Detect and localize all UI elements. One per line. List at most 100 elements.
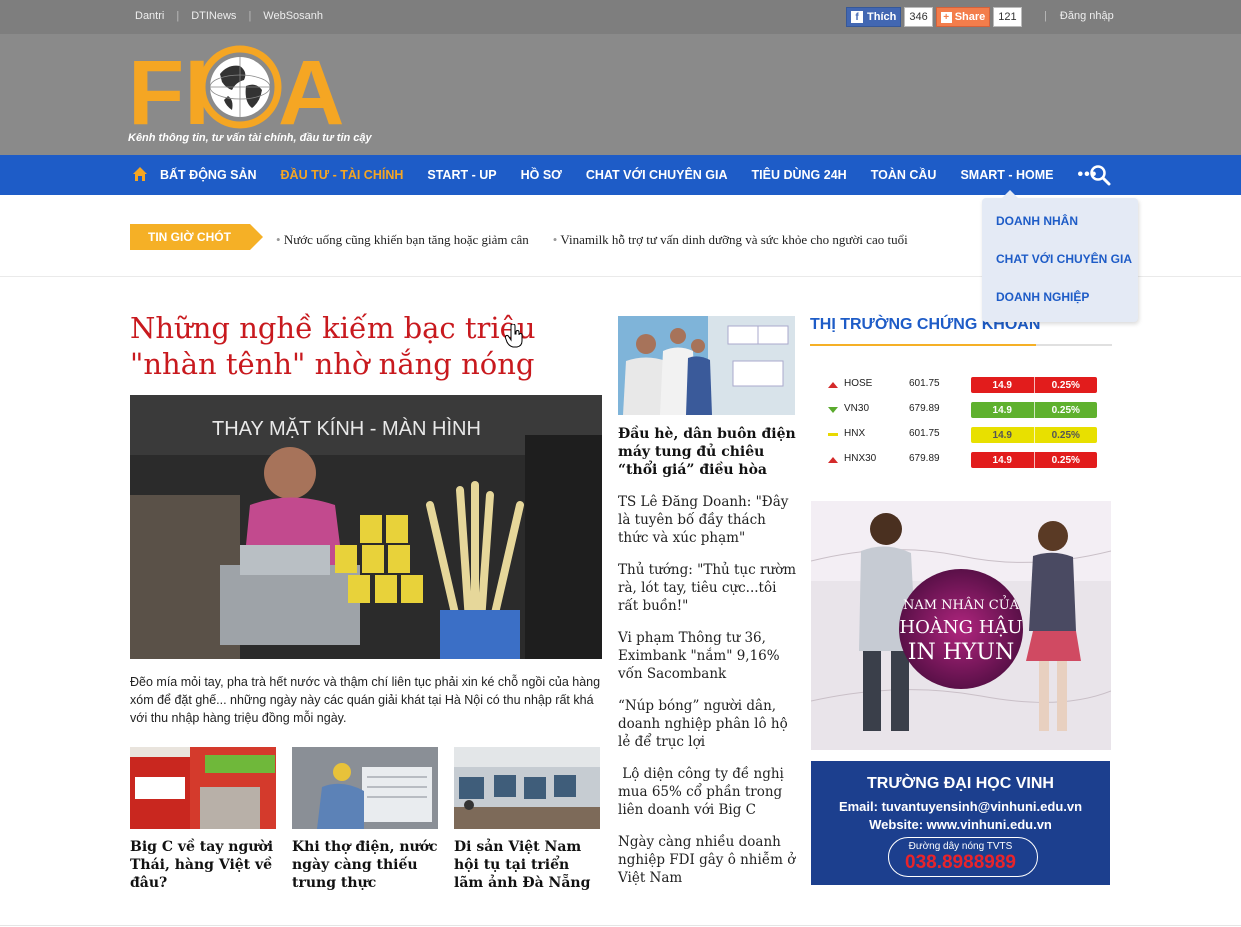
ticker-label: TIN GIỜ CHÓT [130, 224, 263, 250]
ticker-item[interactable]: Vinamilk hỗ trợ tư vấn dinh dưỡng và sức… [553, 232, 907, 248]
partner-link-dtinews[interactable]: DTINews [191, 10, 236, 22]
flat-dash-icon [828, 433, 838, 436]
partner-link-websosanh[interactable]: WebSosanh [263, 10, 323, 22]
stock-change: 14.9 [992, 454, 1012, 466]
partner-links: Dantri | DTINews | WebSosanh [135, 10, 323, 22]
divider [0, 925, 1241, 926]
story-title[interactable]: Di sản Việt Nam hội tụ tại triển lãm ảnh… [454, 838, 600, 892]
search-icon[interactable] [1089, 164, 1111, 186]
stock-row: HNX30 679.89 14.9 0.25% [826, 452, 1098, 477]
nav-items: BẤT ĐỘNG SẢN ĐẦU TƯ - TÀI CHÍNH START - … [160, 155, 1097, 195]
stock-change-badge: 14.9 0.25% [971, 402, 1097, 418]
university-ad-banner[interactable]: TRƯỜNG ĐẠI HỌC VINH Email: tuvantuyensin… [811, 761, 1110, 885]
movie-ad-banner[interactable]: NAM NHÂN CỦA HOÀNG HẬU IN HYUN [811, 501, 1111, 750]
main-story-summary: Đẽo mía mỏi tay, pha trà hết nước và thậ… [130, 675, 601, 725]
stock-name: HNX30 [844, 453, 877, 464]
sign-text: THAY MẶT KÍNH - MÀN HÌNH [212, 417, 481, 440]
share-button[interactable]: + Share [935, 7, 991, 27]
hand-cursor-icon [504, 323, 523, 348]
nav-item-tieu-dung-24h[interactable]: TIÊU DÙNG 24H [752, 168, 847, 182]
stock-value: 679.89 [909, 453, 940, 464]
nav-item-smart-home[interactable]: SMART - HOME [960, 168, 1053, 182]
movie-title-line: IN HYUN [908, 640, 1014, 665]
stock-percent: 0.25% [1033, 427, 1098, 443]
arrow-up-icon [828, 457, 838, 463]
facebook-like-button[interactable]: f Thích [846, 7, 902, 27]
story-thumbnail[interactable] [130, 747, 276, 829]
ticker: Nước uống cũng khiến bạn tăng hoặc giảm … [276, 232, 932, 248]
related-stories: Big C về tay người Thái, hàng Việt về đâ… [130, 747, 600, 892]
story-title[interactable]: Khi thợ điện, nước ngày càng thiếu trung… [292, 838, 438, 892]
stock-value: 601.75 [909, 378, 940, 389]
main-story-headline[interactable]: Những nghề kiếm bạc triệu "nhàn tênh" nh… [130, 310, 600, 382]
login-link[interactable]: Đăng nhập [1060, 10, 1114, 22]
story-thumbnail[interactable] [454, 747, 600, 829]
nav-item-ho-so[interactable]: HỒ SƠ [521, 168, 562, 182]
site-logo[interactable]: FI A Kênh thông tin, tư vấn tài chính, đ… [128, 42, 378, 152]
separator: | [176, 10, 180, 22]
share-label: Share [954, 11, 986, 23]
story-link[interactable]: Lộ diện công ty đề nghị mua 65% cổ phần … [618, 765, 798, 819]
share-count: 121 [993, 7, 1022, 27]
like-count: 346 [904, 7, 933, 27]
story-thumbnail[interactable] [292, 747, 438, 829]
arrow-down-icon [828, 407, 838, 413]
social-buttons: f Thích 346 + Share 121 [846, 7, 1022, 27]
dropdown-item-chat-voi-chuyen-gia[interactable]: CHAT VỚI CHUYÊN GIA [996, 252, 1132, 266]
story-link[interactable]: Ngày càng nhiều doanh nghiệp FDI gây ô n… [618, 833, 798, 887]
story-link[interactable]: TS Lê Đăng Doanh: "Đây là tuyên bố đầy t… [618, 493, 798, 547]
hotline-label: Đường dây nóng TVTS [908, 841, 1013, 852]
featured-story-title[interactable]: Đầu hè, dân buôn điện máy tung đủ chiêu … [618, 425, 798, 479]
related-story[interactable]: Big C về tay người Thái, hàng Việt về đâ… [130, 747, 276, 892]
arrow-up-icon [828, 382, 838, 388]
main-nav: BẤT ĐỘNG SẢN ĐẦU TƯ - TÀI CHÍNH START - … [0, 155, 1241, 195]
home-icon[interactable] [132, 166, 148, 182]
main-story-image[interactable]: THAY MẶT KÍNH - MÀN HÌNH [130, 395, 602, 659]
stock-name: VN30 [844, 403, 870, 414]
stock-value: 601.75 [909, 428, 940, 439]
divider [810, 344, 1112, 346]
stock-change-badge: 14.9 0.25% [971, 452, 1097, 468]
facebook-icon: f [851, 11, 863, 23]
nav-more-dropdown: DOANH NHÂN CHAT VỚI CHUYÊN GIA DOANH NGH… [982, 190, 1138, 322]
separator: | [248, 10, 252, 22]
site-tagline: Kênh thông tin, tư vấn tài chính, đầu tư… [128, 132, 372, 144]
stock-change-badge: 14.9 0.25% [971, 427, 1097, 443]
fica-logo-icon: FI A [128, 42, 344, 144]
university-name: TRƯỜNG ĐẠI HỌC VINH [867, 775, 1054, 792]
story-link[interactable]: Vi phạm Thông tư 36, Eximbank "nắm" 9,16… [618, 629, 798, 683]
movie-title-line: NAM NHÂN CỦA [903, 595, 1020, 613]
stock-percent: 0.25% [1033, 377, 1098, 393]
site-header: Dantri | DTINews | WebSosanh f Thích 346… [0, 0, 1241, 155]
middle-column: Đầu hè, dân buôn điện máy tung đủ chiêu … [618, 316, 798, 887]
nav-item-chat-voi-chuyen-gia[interactable]: CHAT VỚI CHUYÊN GIA [586, 168, 728, 182]
related-story[interactable]: Khi thợ điện, nước ngày càng thiếu trung… [292, 747, 438, 892]
partner-link-dantri[interactable]: Dantri [135, 10, 164, 22]
story-link[interactable]: Thủ tướng: "Thủ tục rườm rà, lót tay, ti… [618, 561, 798, 615]
nav-item-bat-dong-san[interactable]: BẤT ĐỘNG SẢN [160, 168, 257, 182]
nav-item-start-up[interactable]: START - UP [427, 168, 496, 182]
stock-table: HOSE 601.75 14.9 0.25% VN30 679.89 14.9 … [826, 377, 1098, 477]
stock-change-badge: 14.9 0.25% [971, 377, 1097, 393]
facebook-like-label: Thích [867, 11, 897, 23]
top-bar: Dantri | DTINews | WebSosanh f Thích 346… [0, 0, 1241, 34]
ticker-item[interactable]: Nước uống cũng khiến bạn tăng hoặc giảm … [276, 232, 529, 248]
separator: | [1044, 10, 1047, 22]
nav-item-toan-cau[interactable]: TOÀN CẦU [871, 168, 937, 182]
svg-text:A: A [278, 42, 343, 132]
related-story[interactable]: Di sản Việt Nam hội tụ tại triển lãm ảnh… [454, 747, 600, 892]
dropdown-item-doanh-nhan[interactable]: DOANH NHÂN [996, 214, 1078, 228]
stock-percent: 0.25% [1033, 452, 1098, 468]
stock-row: VN30 679.89 14.9 0.25% [826, 402, 1098, 427]
hotline-number: 038.8988989 [905, 852, 1016, 873]
login-area: | Đăng nhập [1044, 10, 1114, 22]
story-title[interactable]: Big C về tay người Thái, hàng Việt về đâ… [130, 838, 276, 892]
university-website: Website: www.vinhuni.edu.vn [869, 817, 1052, 832]
nav-item-dau-tu-tai-chinh[interactable]: ĐẦU TƯ - TÀI CHÍNH [281, 168, 404, 182]
featured-story-image[interactable] [618, 316, 795, 415]
dropdown-item-doanh-nghiep[interactable]: DOANH NGHIỆP [996, 290, 1089, 304]
movie-title-line: HOÀNG HẬU [899, 615, 1022, 638]
stock-row: HNX 601.75 14.9 0.25% [826, 427, 1098, 452]
svg-text:FI: FI [128, 42, 210, 132]
story-link[interactable]: “Núp bóng” người dân, doanh nghiệp phân … [618, 697, 798, 751]
